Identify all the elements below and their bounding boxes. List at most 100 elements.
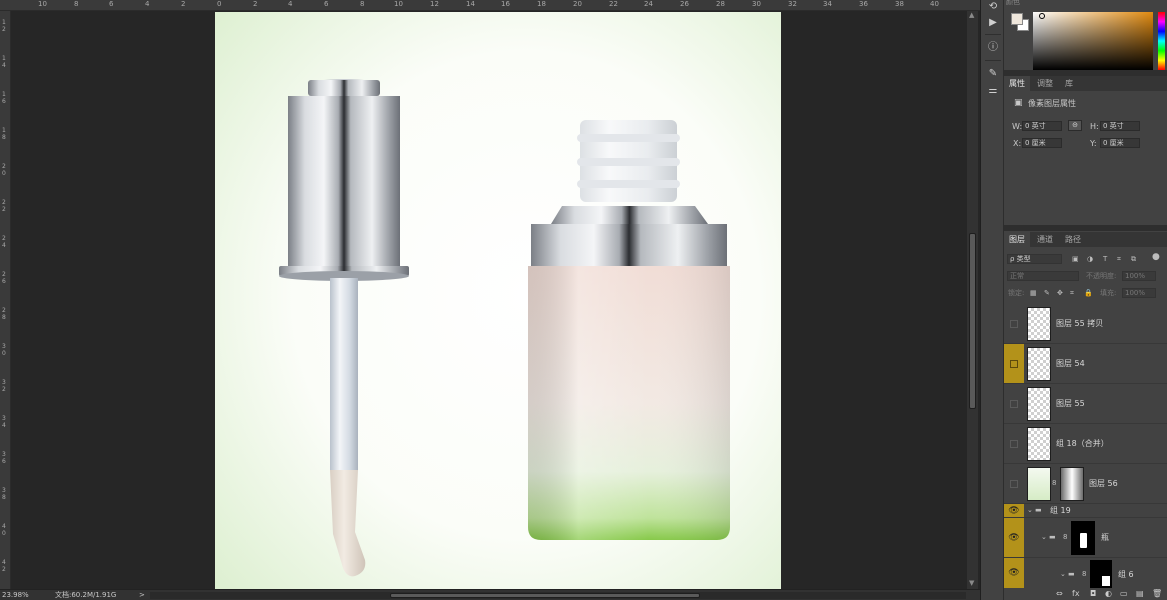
layer-group-row[interactable]: 👁 ⌄ ▬ 8 瓶 [1004, 518, 1167, 558]
y-field[interactable]: 0 厘米 [1100, 138, 1140, 148]
layer-thumbnail [1027, 307, 1051, 341]
folder-icon: ▬ [1068, 570, 1075, 578]
document-canvas[interactable] [215, 12, 781, 589]
status-menu-arrow-icon[interactable]: > [139, 591, 145, 600]
scroll-thumb[interactable] [390, 593, 700, 598]
left-ruler: 1 2 1 4 1 6 1 8 2 0 2 2 2 4 2 6 2 8 3 0 … [0, 11, 11, 589]
tab-paths[interactable]: 路径 [1060, 232, 1086, 247]
layer-effects-icon[interactable]: fx [1072, 588, 1080, 600]
actions-icon[interactable]: ▶ [985, 16, 1001, 30]
layer-name[interactable]: 组 18（合并） [1056, 439, 1109, 449]
color-panel-tab[interactable]: 颜色 [1006, 0, 1020, 7]
layer-name[interactable]: 图层 55 拷贝 [1056, 319, 1103, 329]
layer-name[interactable]: 图层 54 [1056, 359, 1085, 369]
tab-adjustments[interactable]: 调整 [1032, 76, 1058, 91]
width-field[interactable]: 0 英寸 [1022, 121, 1062, 131]
lock-image-icon[interactable]: ✎ [1044, 289, 1050, 298]
layer-name[interactable]: 图层 56 [1089, 479, 1118, 489]
tab-layers[interactable]: 图层 [1004, 232, 1030, 247]
info-icon[interactable]: ⓘ [985, 41, 1001, 55]
new-layer-icon[interactable]: ▤ [1136, 588, 1144, 600]
delete-layer-icon[interactable]: 🗑 [1152, 588, 1162, 600]
filter-pixel-icon[interactable]: ▣ [1072, 255, 1079, 264]
height-field[interactable]: 0 英寸 [1100, 121, 1140, 131]
tab-properties[interactable]: 属性 [1004, 76, 1030, 91]
ruler-label: 2 2 [2, 199, 6, 213]
visibility-toggle[interactable] [1004, 464, 1024, 503]
lock-artboard-icon[interactable]: ⌗ [1070, 289, 1074, 298]
foreground-color-swatch[interactable] [1011, 13, 1023, 25]
lock-label: 锁定: [1008, 289, 1025, 297]
layer-row[interactable]: 组 18（合并） [1004, 424, 1167, 464]
link-layers-icon[interactable]: ⇔ [1056, 588, 1063, 600]
eye-icon[interactable]: 👁 [1008, 506, 1019, 516]
ruler-label: 40 [930, 0, 939, 8]
visibility-toggle[interactable] [1004, 424, 1024, 463]
adjustment-layer-icon[interactable]: ◐ [1105, 588, 1112, 600]
layer-row[interactable]: 图层 55 [1004, 384, 1167, 424]
hue-slider[interactable] [1158, 12, 1165, 70]
layer-name[interactable]: 图层 55 [1056, 399, 1085, 409]
layer-row[interactable]: 8 图层 56 [1004, 464, 1167, 504]
visibility-checkbox[interactable] [1010, 360, 1018, 368]
filter-adjustment-icon[interactable]: ◑ [1087, 255, 1093, 264]
color-picker-marker[interactable] [1039, 13, 1045, 19]
chevron-down-icon[interactable]: ⌄ [1060, 570, 1066, 579]
chevron-down-icon[interactable]: ⌄ [1041, 533, 1047, 542]
fill-field[interactable]: 100% [1122, 288, 1156, 298]
scroll-down-icon[interactable]: ▼ [969, 579, 974, 587]
visibility-toggle[interactable] [1004, 304, 1024, 343]
history-icon[interactable]: ⟲ [985, 0, 1001, 14]
chevron-down-icon[interactable]: ⌄ [1027, 506, 1033, 515]
scroll-up-icon[interactable]: ▲ [969, 11, 974, 19]
brush-icon[interactable]: ✎ [985, 67, 1001, 81]
lock-position-icon[interactable]: ✥ [1057, 289, 1063, 298]
visibility-checkbox[interactable] [1010, 480, 1018, 488]
filter-type-icon[interactable]: T [1103, 255, 1107, 264]
blend-mode-select[interactable]: 正常 [1007, 271, 1079, 281]
x-field[interactable]: 0 厘米 [1022, 138, 1062, 148]
canvas-area[interactable] [11, 11, 967, 589]
filter-shape-icon[interactable]: ⌗ [1117, 255, 1121, 264]
layer-name[interactable]: 组 6 [1118, 570, 1134, 580]
scroll-thumb[interactable] [969, 233, 976, 409]
layer-filter-select[interactable]: ρ 类型 [1007, 254, 1062, 264]
tab-libraries[interactable]: 库 [1060, 76, 1078, 91]
layer-row[interactable]: 图层 55 拷贝 [1004, 304, 1167, 344]
visibility-toggle[interactable] [1004, 344, 1024, 383]
visibility-toggle[interactable]: 👁 [1004, 504, 1024, 517]
lock-transparent-icon[interactable]: ▦ [1030, 289, 1037, 298]
add-mask-icon[interactable]: ◘ [1090, 588, 1096, 600]
visibility-toggle[interactable]: 👁 [1004, 558, 1024, 588]
ruler-label: 4 0 [2, 523, 6, 537]
visibility-toggle[interactable] [1004, 384, 1024, 423]
ruler-label: 2 8 [2, 307, 6, 321]
layer-group-row[interactable]: 👁 ⌄ ▬ 8 组 6 [1004, 558, 1167, 588]
layer-name[interactable]: 瓶 [1101, 533, 1109, 543]
new-group-icon[interactable]: ▭ [1120, 588, 1128, 600]
vertical-scrollbar[interactable]: ▲ ▼ [967, 11, 978, 589]
visibility-checkbox[interactable] [1010, 400, 1018, 408]
layer-row[interactable]: 图层 54 [1004, 344, 1167, 384]
ruler-label: 32 [788, 0, 797, 8]
layer-group-row[interactable]: 👁 ⌄ ▬ 组 19 [1004, 504, 1167, 518]
horizontal-scrollbar[interactable] [150, 592, 966, 599]
adjust-icon[interactable]: ⚌ [985, 84, 1001, 98]
visibility-checkbox[interactable] [1010, 320, 1018, 328]
tab-channels[interactable]: 通道 [1032, 232, 1058, 247]
eye-icon[interactable]: 👁 [1008, 533, 1019, 543]
ruler-label: 2 [253, 0, 258, 8]
color-panel: 颜色 [1004, 0, 1167, 74]
color-picker-field[interactable] [1033, 12, 1153, 70]
visibility-toggle[interactable]: 👁 [1004, 518, 1024, 557]
zoom-level[interactable]: 23.98% [2, 591, 29, 600]
layer-thumbnail [1027, 387, 1051, 421]
link-dimensions-icon[interactable]: ⊝ [1068, 120, 1082, 131]
lock-all-icon[interactable]: 🔒 [1084, 289, 1093, 298]
layer-name[interactable]: 组 19 [1050, 506, 1071, 516]
visibility-checkbox[interactable] [1010, 440, 1018, 448]
filter-smart-object-icon[interactable]: ⧉ [1131, 255, 1136, 264]
opacity-field[interactable]: 100% [1122, 271, 1156, 281]
filter-toggle-icon[interactable]: ● [1152, 253, 1160, 262]
eye-icon[interactable]: 👁 [1008, 568, 1019, 578]
